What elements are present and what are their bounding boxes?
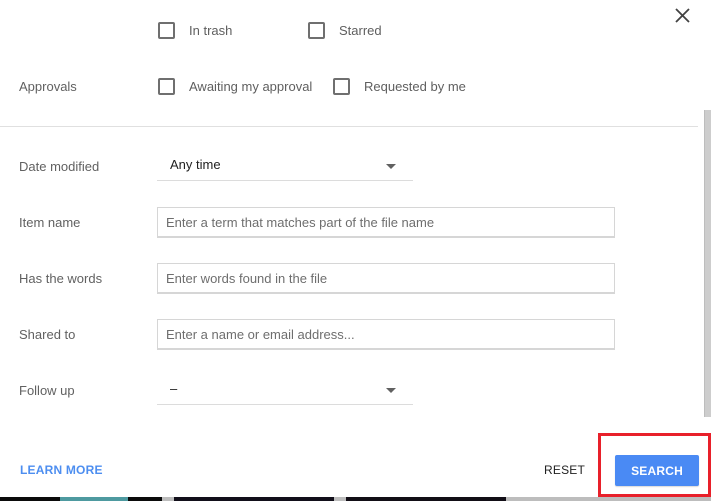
scrollbar-thumb[interactable] [704,110,711,417]
requested-by-me-checkbox[interactable]: Requested by me [333,78,466,95]
in-trash-label: In trash [189,22,233,38]
thumbnail [0,497,60,501]
thumbnail-gap [162,497,174,501]
approvals-label: Approvals [19,79,77,94]
thumbnail [346,497,506,501]
in-trash-checkbox[interactable]: In trash [158,22,232,39]
background-thumbnails-strip [0,497,711,501]
thumbnail-gap [506,497,711,501]
date-modified-dropdown[interactable]: Any time [157,153,413,181]
checkbox-box[interactable] [333,78,350,95]
checkbox-box[interactable] [308,22,325,39]
follow-up-dropdown[interactable]: – [157,377,413,405]
thumbnail-gap [334,497,346,501]
thumbnail [174,497,334,501]
has-the-words-label: Has the words [19,271,103,286]
shared-to-input[interactable] [157,319,615,350]
checkbox-box[interactable] [158,22,175,39]
close-button[interactable] [671,5,693,27]
follow-up-label: Follow up [19,383,75,398]
item-name-input[interactable] [157,207,615,238]
starred-label: Starred [339,22,382,38]
thumbnail [128,497,162,501]
thumbnail [60,497,128,501]
date-modified-label: Date modified [19,159,100,174]
dropdown-arrow-icon [386,388,396,393]
has-the-words-input[interactable] [157,263,615,294]
awaiting-my-approval-label: Awaiting my approval [189,78,313,94]
item-name-label: Item name [19,215,81,230]
dropdown-arrow-icon [386,164,396,169]
shared-to-label: Shared to [19,327,76,342]
follow-up-value: – [170,381,178,396]
requested-by-me-label: Requested by me [364,78,466,94]
search-button[interactable]: SEARCH [615,455,699,486]
reset-button[interactable]: RESET [544,463,585,477]
learn-more-link[interactable]: LEARN MORE [20,463,103,477]
section-divider [0,126,698,127]
search-button-label: SEARCH [631,463,683,478]
starred-checkbox[interactable]: Starred [308,22,382,39]
awaiting-my-approval-checkbox[interactable]: Awaiting my approval [158,78,312,95]
date-modified-value: Any time [170,157,221,172]
checkbox-box[interactable] [158,78,175,95]
close-icon [675,8,690,23]
